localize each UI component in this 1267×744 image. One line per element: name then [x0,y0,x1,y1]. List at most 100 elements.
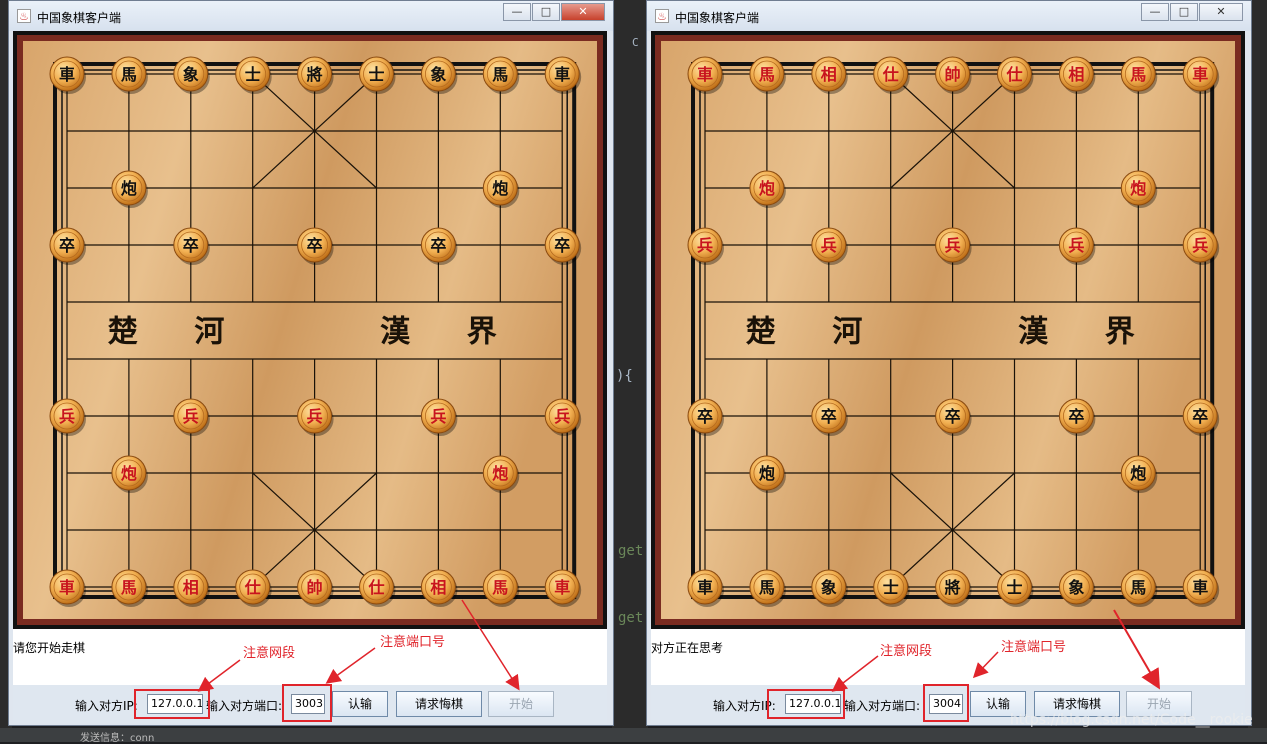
svg-text:車: 車 [697,578,713,597]
port-label: 输入对方端口: [844,699,921,713]
chessboard[interactable]: 楚河漢界車馬象士將士象馬車炮 炮卒卒卒卒卒兵兵兵兵兵炮 炮車馬相仕帥仕相馬車 [17,35,603,625]
ip-highlight-box [767,689,845,719]
svg-text:士: 士 [245,65,261,84]
title-bar[interactable]: ♨ 中国象棋客户端 — □ ✕ [9,1,613,31]
svg-text:卒: 卒 [697,407,713,426]
undo-request-button[interactable]: 请求悔棋 [396,691,482,717]
river-text: 楚 [108,315,138,350]
svg-text:車: 車 [59,578,75,597]
svg-text:兵: 兵 [307,407,323,426]
svg-text:仕: 仕 [244,578,261,597]
minimize-button[interactable]: — [503,3,531,21]
svg-text:象: 象 [821,578,837,597]
svg-text:卒: 卒 [1068,407,1084,426]
svg-text:卒: 卒 [430,236,446,255]
title-bar[interactable]: ♨ 中国象棋客户端 — □ ✕ [647,1,1251,31]
start-button[interactable]: 开始 [488,691,554,717]
svg-text:車: 車 [1192,65,1208,84]
svg-text:卒: 卒 [307,236,323,255]
svg-text:士: 士 [368,65,384,84]
river-text: 漢 [380,315,411,350]
chessboard-panel[interactable]: 楚河漢界車馬象士將士象馬車炮炮卒卒卒卒卒兵兵兵兵兵炮炮車馬相仕帥仕相馬車 [13,31,607,629]
svg-text:馬: 馬 [1130,578,1146,597]
watermark-text: https://blog.csdn.net/Code__rookie [1010,712,1253,728]
ide-fragment: ){ [616,368,633,384]
svg-text:兵: 兵 [554,407,570,426]
ide-fragment: get [618,610,644,626]
resign-button[interactable]: 认输 [332,691,388,717]
status-message: 对方正在思考 [651,641,724,655]
svg-text:兵: 兵 [1068,236,1084,255]
svg-text:馬: 馬 [759,578,775,597]
annotation-port: 注意端口号 [1001,640,1067,655]
chessboard-panel[interactable]: 楚河漢界車馬相仕帥仕相馬車炮炮兵兵兵兵兵卒卒卒卒卒炮炮車馬象士將士象馬車 [651,31,1245,629]
annotation-network: 注意网段 [880,644,933,659]
svg-text:車: 車 [554,65,570,84]
svg-text:馬: 馬 [1130,65,1146,84]
svg-text:卒: 卒 [183,236,199,255]
svg-text:馬: 馬 [492,578,508,597]
ip-label: 输入对方IP: [75,699,138,713]
svg-text:將: 將 [307,65,323,84]
svg-text:炮: 炮 [121,179,137,198]
svg-text:車: 車 [59,65,75,84]
svg-text:炮: 炮 [1130,464,1146,483]
port-highlight-box [923,684,969,722]
river-text: 界 [467,315,497,350]
svg-text:卒: 卒 [59,236,75,255]
port-highlight-box [282,684,332,722]
river-text: 楚 [746,315,776,350]
svg-text:炮: 炮 [121,464,137,483]
svg-text:象: 象 [430,65,446,84]
minimize-button[interactable]: — [1141,3,1169,21]
chess-client-window-1: ♨ 中国象棋客户端 — □ ✕ 楚河漢界車馬象士將士象馬車炮炮卒卒卒卒卒兵兵兵兵… [8,0,614,726]
svg-text:士: 士 [1006,578,1022,597]
java-icon: ♨ [655,9,669,23]
svg-text:相: 相 [821,65,837,84]
ide-console-bar [0,728,1267,742]
svg-text:炮: 炮 [759,179,775,198]
svg-text:相: 相 [1068,65,1084,84]
svg-text:兵: 兵 [430,407,446,426]
close-button[interactable]: ✕ [561,3,605,21]
svg-text:相: 相 [430,578,446,597]
chess-client-window-2: ♨ 中国象棋客户端 — □ ✕ 楚河漢界車馬相仕帥仕相馬車炮炮兵兵兵兵兵卒卒卒卒… [646,0,1252,726]
annotation-port: 注意端口号 [380,635,446,650]
status-message: 请您开始走棋 [13,641,86,655]
ide-background-middle: C ){ get get [612,0,648,742]
svg-text:炮: 炮 [1130,179,1146,198]
maximize-button[interactable]: □ [1170,3,1198,21]
message-area: 请您开始走棋 [13,629,607,685]
svg-text:兵: 兵 [183,407,199,426]
svg-text:炮: 炮 [492,179,508,198]
svg-text:將: 將 [945,578,961,597]
svg-text:炮: 炮 [759,464,775,483]
svg-text:卒: 卒 [554,236,570,255]
svg-text:象: 象 [183,65,199,84]
svg-text:馬: 馬 [121,578,137,597]
svg-text:卒: 卒 [945,407,961,426]
maximize-button[interactable]: □ [532,3,560,21]
svg-text:帥: 帥 [945,65,961,84]
svg-text:仕: 仕 [882,65,899,84]
svg-text:車: 車 [1192,578,1208,597]
svg-text:兵: 兵 [59,407,75,426]
message-area: 对方正在思考 [651,629,1245,685]
svg-text:卒: 卒 [821,407,837,426]
ip-highlight-box [134,689,210,719]
svg-text:卒: 卒 [1192,407,1208,426]
river-text: 漢 [1018,315,1049,350]
river-text: 河 [832,315,862,350]
ide-fragment: get [618,543,644,559]
svg-text:車: 車 [554,578,570,597]
river-text: 界 [1105,315,1135,350]
chessboard[interactable]: 楚河漢界車馬相仕帥仕相馬車炮 炮兵兵兵兵兵卒卒卒卒卒炮 炮車馬象士將士象馬車 [655,35,1241,625]
close-button[interactable]: ✕ [1199,3,1243,21]
svg-text:兵: 兵 [1192,236,1208,255]
window-title: 中国象棋客户端 [675,11,760,25]
svg-text:兵: 兵 [821,236,837,255]
svg-text:象: 象 [1068,578,1084,597]
svg-text:士: 士 [883,578,899,597]
svg-text:帥: 帥 [307,578,323,597]
svg-text:馬: 馬 [121,65,137,84]
